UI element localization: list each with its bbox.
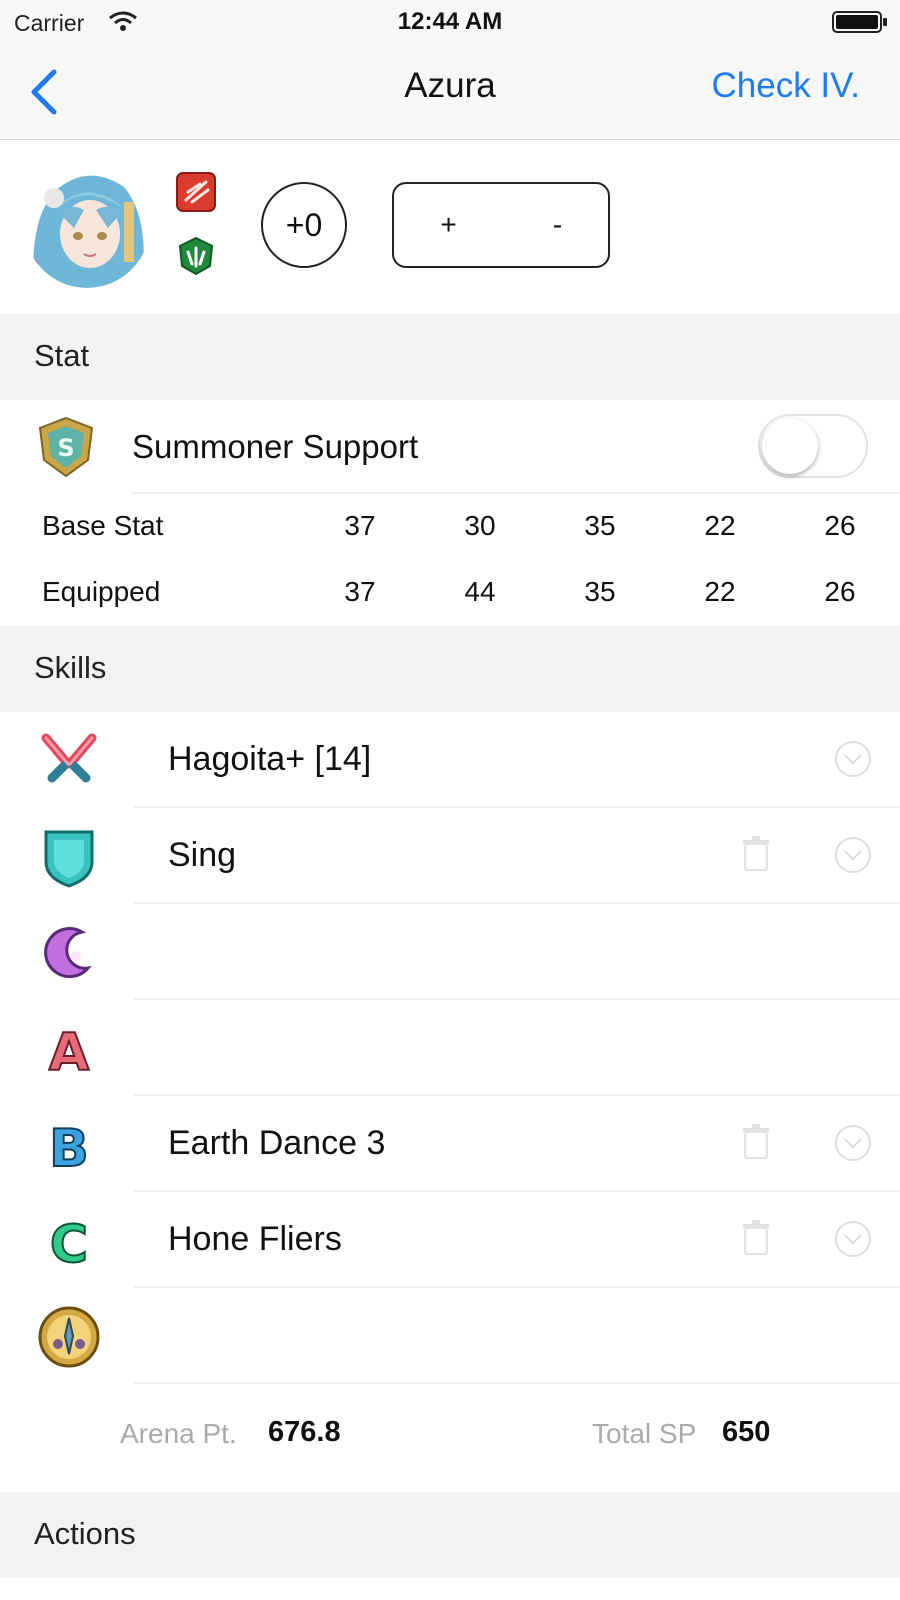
total-sp-value: 650 (722, 1416, 771, 1448)
stat-row-label: Equipped (42, 576, 161, 607)
check-iv-button[interactable]: Check IV. (711, 66, 860, 106)
stat-def: 22 (704, 510, 736, 541)
stat-row-label: Base Stat (42, 510, 164, 541)
actions-section-header: Actions (0, 1492, 900, 1578)
stat-hp: 37 (344, 510, 376, 541)
stat-hp: 37 (344, 576, 376, 607)
summoner-support-label: Summoner Support (132, 428, 419, 465)
skill-row-b[interactable]: B Earth Dance 3 (0, 1096, 900, 1192)
toggle-knob (762, 418, 818, 474)
c-skill-icon: C (49, 1214, 89, 1272)
skill-row-assist[interactable]: Sing (0, 808, 900, 904)
stat-atk: 30 (464, 510, 496, 541)
stat-def: 22 (704, 576, 736, 607)
merge-increment-button[interactable]: + (394, 184, 503, 266)
stat-res: 26 (824, 576, 856, 607)
chevron-down-icon[interactable] (834, 740, 872, 778)
hero-header: +0 + - (0, 140, 900, 312)
skill-row-a[interactable]: A (0, 1000, 900, 1096)
skill-row-sacred-seal[interactable] (0, 1288, 900, 1384)
base-stat-row: Base Stat 37 30 35 22 26 (0, 494, 900, 560)
merge-level-badge: +0 (261, 182, 347, 268)
svg-text:B: B (49, 1119, 89, 1176)
svg-text:C: C (50, 1215, 88, 1272)
infantry-move-icon (178, 236, 214, 276)
stat-res: 26 (824, 510, 856, 541)
b-skill-icon: B (48, 1118, 90, 1176)
section-title: Skills (34, 650, 107, 685)
summoner-support-row: S Summoner Support (0, 402, 900, 494)
trash-icon[interactable] (742, 836, 770, 872)
clock: 12:44 AM (397, 8, 503, 35)
chevron-down-icon[interactable] (834, 1124, 872, 1162)
weapon-icon (41, 733, 97, 783)
skill-name: Hone Fliers (168, 1220, 342, 1258)
a-skill-icon: A (48, 1022, 90, 1080)
battery-icon (832, 11, 887, 33)
stat-spd: 35 (584, 576, 616, 607)
svg-text:S: S (57, 434, 74, 462)
equipped-stat-row: Equipped 37 44 35 22 26 (0, 560, 900, 626)
trash-icon[interactable] (742, 1124, 770, 1160)
chevron-down-icon[interactable] (834, 1220, 872, 1258)
summoner-support-icon: S (38, 416, 94, 478)
status-bar: Carrier 12:44 AM (0, 0, 900, 44)
special-icon (44, 927, 92, 979)
total-sp-label: Total SP (592, 1418, 697, 1449)
skill-row-special[interactable] (0, 904, 900, 1000)
chevron-down-icon[interactable] (834, 836, 872, 874)
assist-icon (44, 830, 94, 888)
back-chevron-icon[interactable] (26, 64, 66, 120)
skills-section-header: Skills (0, 626, 900, 712)
sacred-seal-icon (38, 1306, 100, 1368)
section-title: Actions (34, 1516, 136, 1551)
stat-atk: 44 (464, 576, 496, 607)
lance-weapon-icon (176, 172, 216, 212)
skill-name: Earth Dance 3 (168, 1124, 386, 1162)
section-title: Stat (34, 338, 90, 373)
skill-name: Sing (168, 836, 237, 874)
divider (134, 1382, 900, 1384)
trash-icon[interactable] (742, 1220, 770, 1256)
arena-points-label: Arena Pt. (120, 1418, 237, 1449)
summoner-support-toggle[interactable] (758, 414, 868, 478)
merge-stepper: + - (392, 182, 610, 268)
stat-spd: 35 (584, 510, 616, 541)
skill-name: Hagoita+ [14] (168, 740, 372, 778)
stat-section-header: Stat (0, 314, 900, 400)
merge-decrement-button[interactable]: - (503, 184, 612, 266)
summary-row: Arena Pt. 676.8 Total SP 650 (0, 1390, 900, 1490)
arena-points-value: 676.8 (268, 1416, 341, 1448)
hero-portrait (24, 162, 150, 288)
skill-row-weapon[interactable]: Hagoita+ [14] (0, 712, 900, 808)
skill-row-c[interactable]: C Hone Fliers (0, 1192, 900, 1288)
navigation-bar: Azura Check IV. (0, 44, 900, 140)
svg-text:A: A (49, 1023, 89, 1080)
